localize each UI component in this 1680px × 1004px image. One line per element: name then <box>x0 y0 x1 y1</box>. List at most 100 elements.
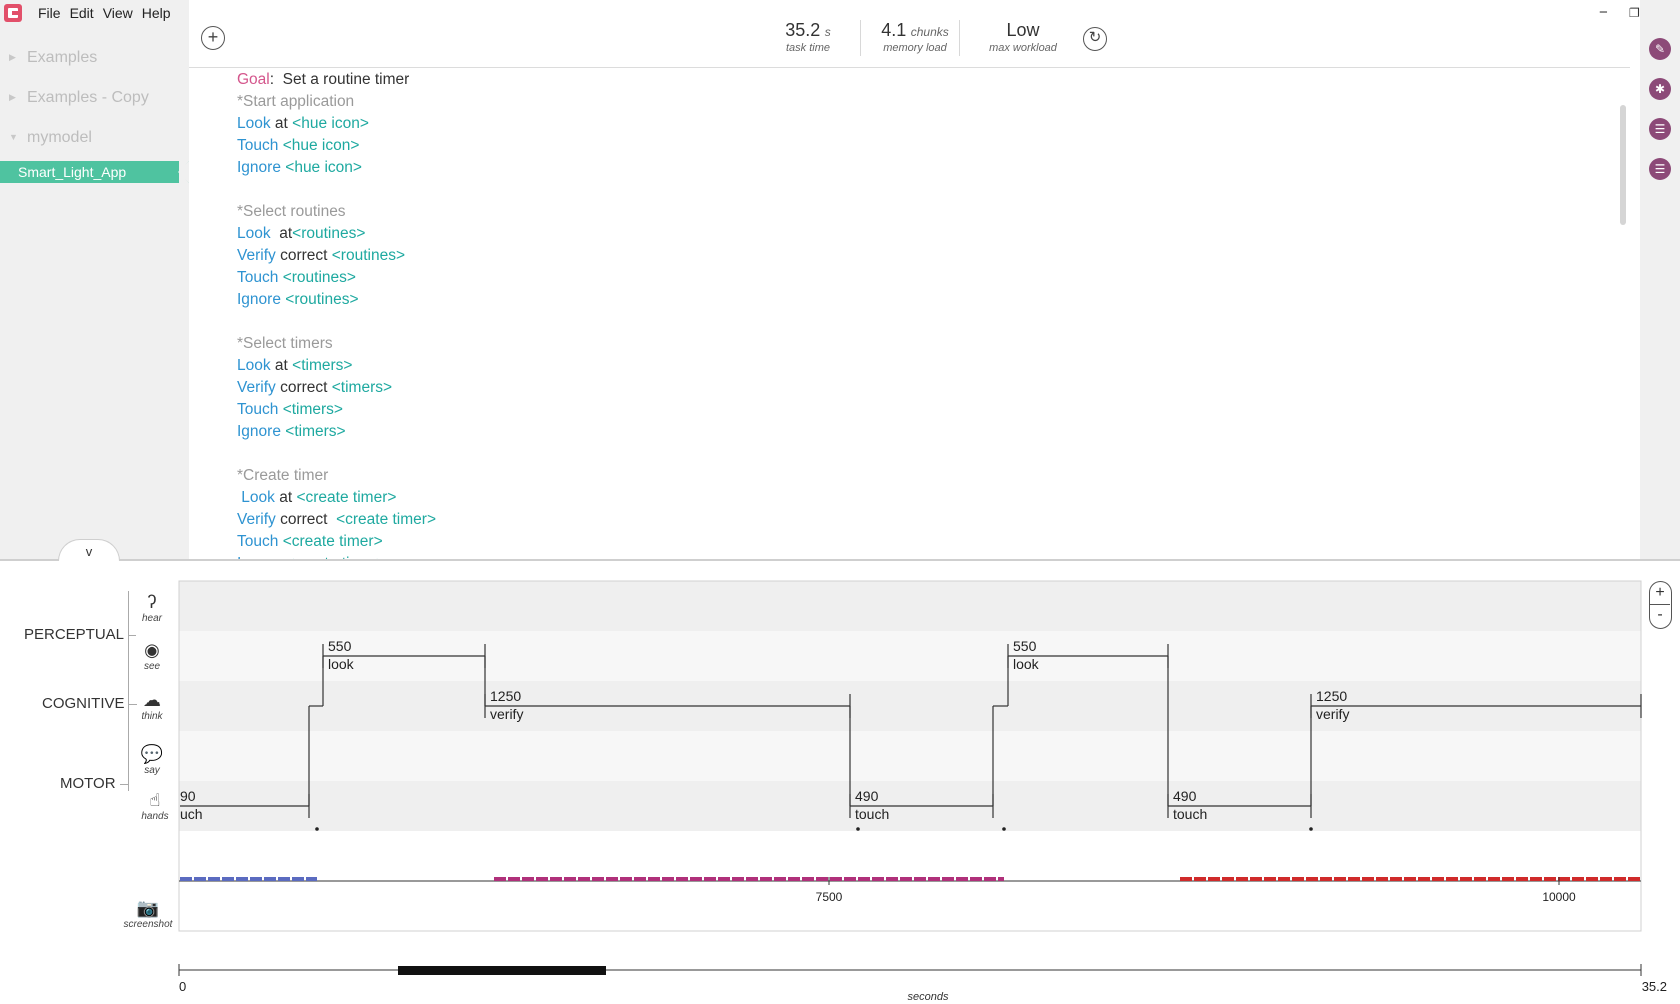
editor-token-arg: <create timer> <box>336 511 436 528</box>
hands-modality: ☝ hands <box>130 789 180 822</box>
row-label-perceptual: PERCEPTUAL <box>24 626 136 643</box>
editor-line[interactable]: Ignore <timers> <box>237 421 436 443</box>
editor-line[interactable]: Look at <hue icon> <box>237 113 436 135</box>
editor-token-txt: : Set a routine timer <box>269 71 410 88</box>
editor-line[interactable]: Look at <create timer> <box>237 487 436 509</box>
editor-line[interactable]: *Start application <box>237 91 436 113</box>
lane-band <box>179 581 1641 631</box>
editor-token-comment: *Start application <box>237 93 355 110</box>
workload-stat: Low max workload <box>969 20 1077 54</box>
editor-token-txt: at <box>270 225 293 242</box>
operator-label: verify <box>1316 706 1349 722</box>
editor-token-op: Look <box>237 357 271 374</box>
editor-token-op: Verify <box>237 511 276 528</box>
editor-line[interactable]: Verify correct <routines> <box>237 245 436 267</box>
model-item-label: Smart_Light_App <box>18 164 127 180</box>
editor-token-op: Look <box>237 489 275 506</box>
editor-scrollbar[interactable] <box>1620 105 1626 225</box>
operator-duration: 550 <box>328 638 352 654</box>
editor-token-op: Verify <box>237 247 276 264</box>
add-button[interactable]: + <box>201 26 225 50</box>
operator-duration: 1250 <box>1316 688 1347 704</box>
axis-tick-label: 7500 <box>816 890 843 904</box>
editor-line[interactable]: Look at <timers> <box>237 355 436 377</box>
task-time-stat: 35.2 s task time <box>766 20 850 54</box>
editor-line[interactable]: Touch <timers> <box>237 399 436 421</box>
brain-icon: ☁ <box>143 690 161 710</box>
eye-icon: ◉ <box>144 640 160 660</box>
axis-tick-label: 10000 <box>1542 890 1576 904</box>
refresh-icon: ↻ <box>1088 29 1102 46</box>
editor-token-arg: <routines> <box>292 225 366 242</box>
task-time-unit: s <box>824 25 831 39</box>
screenshot-caption: screenshot <box>123 919 173 930</box>
menu-file[interactable]: File <box>38 5 61 21</box>
operator-label: touch <box>855 806 889 822</box>
memory-load-unit: chunks <box>910 25 949 39</box>
modality-caption: say <box>144 765 160 776</box>
editor-line[interactable]: *Create timer <box>237 465 436 487</box>
zoom-out-button[interactable]: - <box>1650 604 1670 626</box>
operator-duration: 1250 <box>490 688 521 704</box>
workload-value: Low <box>1006 20 1040 40</box>
zoom-in-button[interactable]: + <box>1650 582 1670 604</box>
event-dot <box>856 827 860 831</box>
notes-icon[interactable]: ☰ <box>1649 158 1671 180</box>
list-icon[interactable]: ☰ <box>1649 118 1671 140</box>
editor-line[interactable] <box>237 311 436 333</box>
editor-line[interactable]: Touch <create timer> <box>237 531 436 553</box>
tree-item-examples-copy[interactable]: ▶ Examples - Copy <box>0 88 189 110</box>
editor-token-arg: <timers> <box>282 401 343 418</box>
code-editor[interactable]: Goal: Set a routine timer *Start applicat… <box>189 69 1630 560</box>
editor-token-op: Ignore <box>237 423 281 440</box>
plus-icon: + <box>207 27 219 47</box>
editor-line[interactable]: Look at<routines> <box>237 223 436 245</box>
editor-token-arg: <hue icon> <box>292 115 369 132</box>
tree-item-examples[interactable]: ▶ Examples <box>0 48 189 70</box>
say-modality: 💬 say <box>127 743 177 776</box>
editor-line[interactable]: Verify correct <timers> <box>237 377 436 399</box>
model-item-smart-light-app[interactable]: Smart_Light_App <box>0 161 189 183</box>
tree-item-mymodel[interactable]: ▼ mymodel <box>0 128 189 150</box>
timeline-chart: 90 uch 550 look 1250 verify 490 touch 550 look 490… <box>178 580 1667 1003</box>
editor-line[interactable]: *Select timers <box>237 333 436 355</box>
operator-label: look <box>1013 656 1040 672</box>
editor-token-op: Touch <box>237 533 279 550</box>
collapse-toggle[interactable]: v <box>58 539 120 561</box>
editor-line[interactable]: *Select routines <box>237 201 436 223</box>
tool-rail: ✎ ✱ ☰ ☰ <box>1640 0 1680 560</box>
editor-line[interactable]: Ignore <routines> <box>237 289 436 311</box>
lane-band <box>179 731 1641 781</box>
screenshot-button[interactable]: 📷 screenshot <box>118 897 178 930</box>
minimize-button[interactable]: − <box>1599 4 1608 21</box>
memory-load-stat: 4.1 chunks memory load <box>861 20 969 54</box>
operator-label: verify <box>490 706 523 722</box>
editor-token-arg: <create timer> <box>282 533 383 550</box>
refresh-button[interactable]: ↻ <box>1083 27 1107 51</box>
menu-view[interactable]: View <box>103 5 133 21</box>
editor-line[interactable] <box>237 443 436 465</box>
editor-token-txt: correct <box>275 511 337 528</box>
speech-bubble-icon: 💬 <box>140 744 164 764</box>
edit-icon[interactable]: ✎ <box>1649 38 1671 60</box>
editor-line[interactable]: Ignore <hue icon> <box>237 157 436 179</box>
editor-line[interactable]: Touch <routines> <box>237 267 436 289</box>
editor-token-arg: <hue icon> <box>282 137 360 154</box>
event-dot <box>315 827 319 831</box>
editor-token-arg: <hue icon> <box>285 159 362 176</box>
hear-modality: ʔ hear <box>127 591 177 624</box>
editor-token-arg: <routines> <box>331 247 405 264</box>
menubar: File Edit View Help <box>38 5 171 21</box>
menu-help[interactable]: Help <box>142 5 171 21</box>
editor-line[interactable]: Goal: Set a routine timer <box>237 69 436 91</box>
maximize-button[interactable]: ❐ <box>1629 6 1640 20</box>
see-modality: ◉ see <box>127 639 177 672</box>
editor-line[interactable] <box>237 179 436 201</box>
menu-edit[interactable]: Edit <box>70 5 94 21</box>
stats-bar: + 35.2 s task time 4.1 chunks memory loa… <box>189 0 1630 68</box>
timeline-panel: 90 uch 550 look 1250 verify 490 touch 550 look 490… <box>0 561 1680 1004</box>
editor-token-arg: <timers> <box>331 379 393 396</box>
editor-line[interactable]: Verify correct <create timer> <box>237 509 436 531</box>
editor-line[interactable]: Touch <hue icon> <box>237 135 436 157</box>
asterisk-icon[interactable]: ✱ <box>1649 78 1671 100</box>
